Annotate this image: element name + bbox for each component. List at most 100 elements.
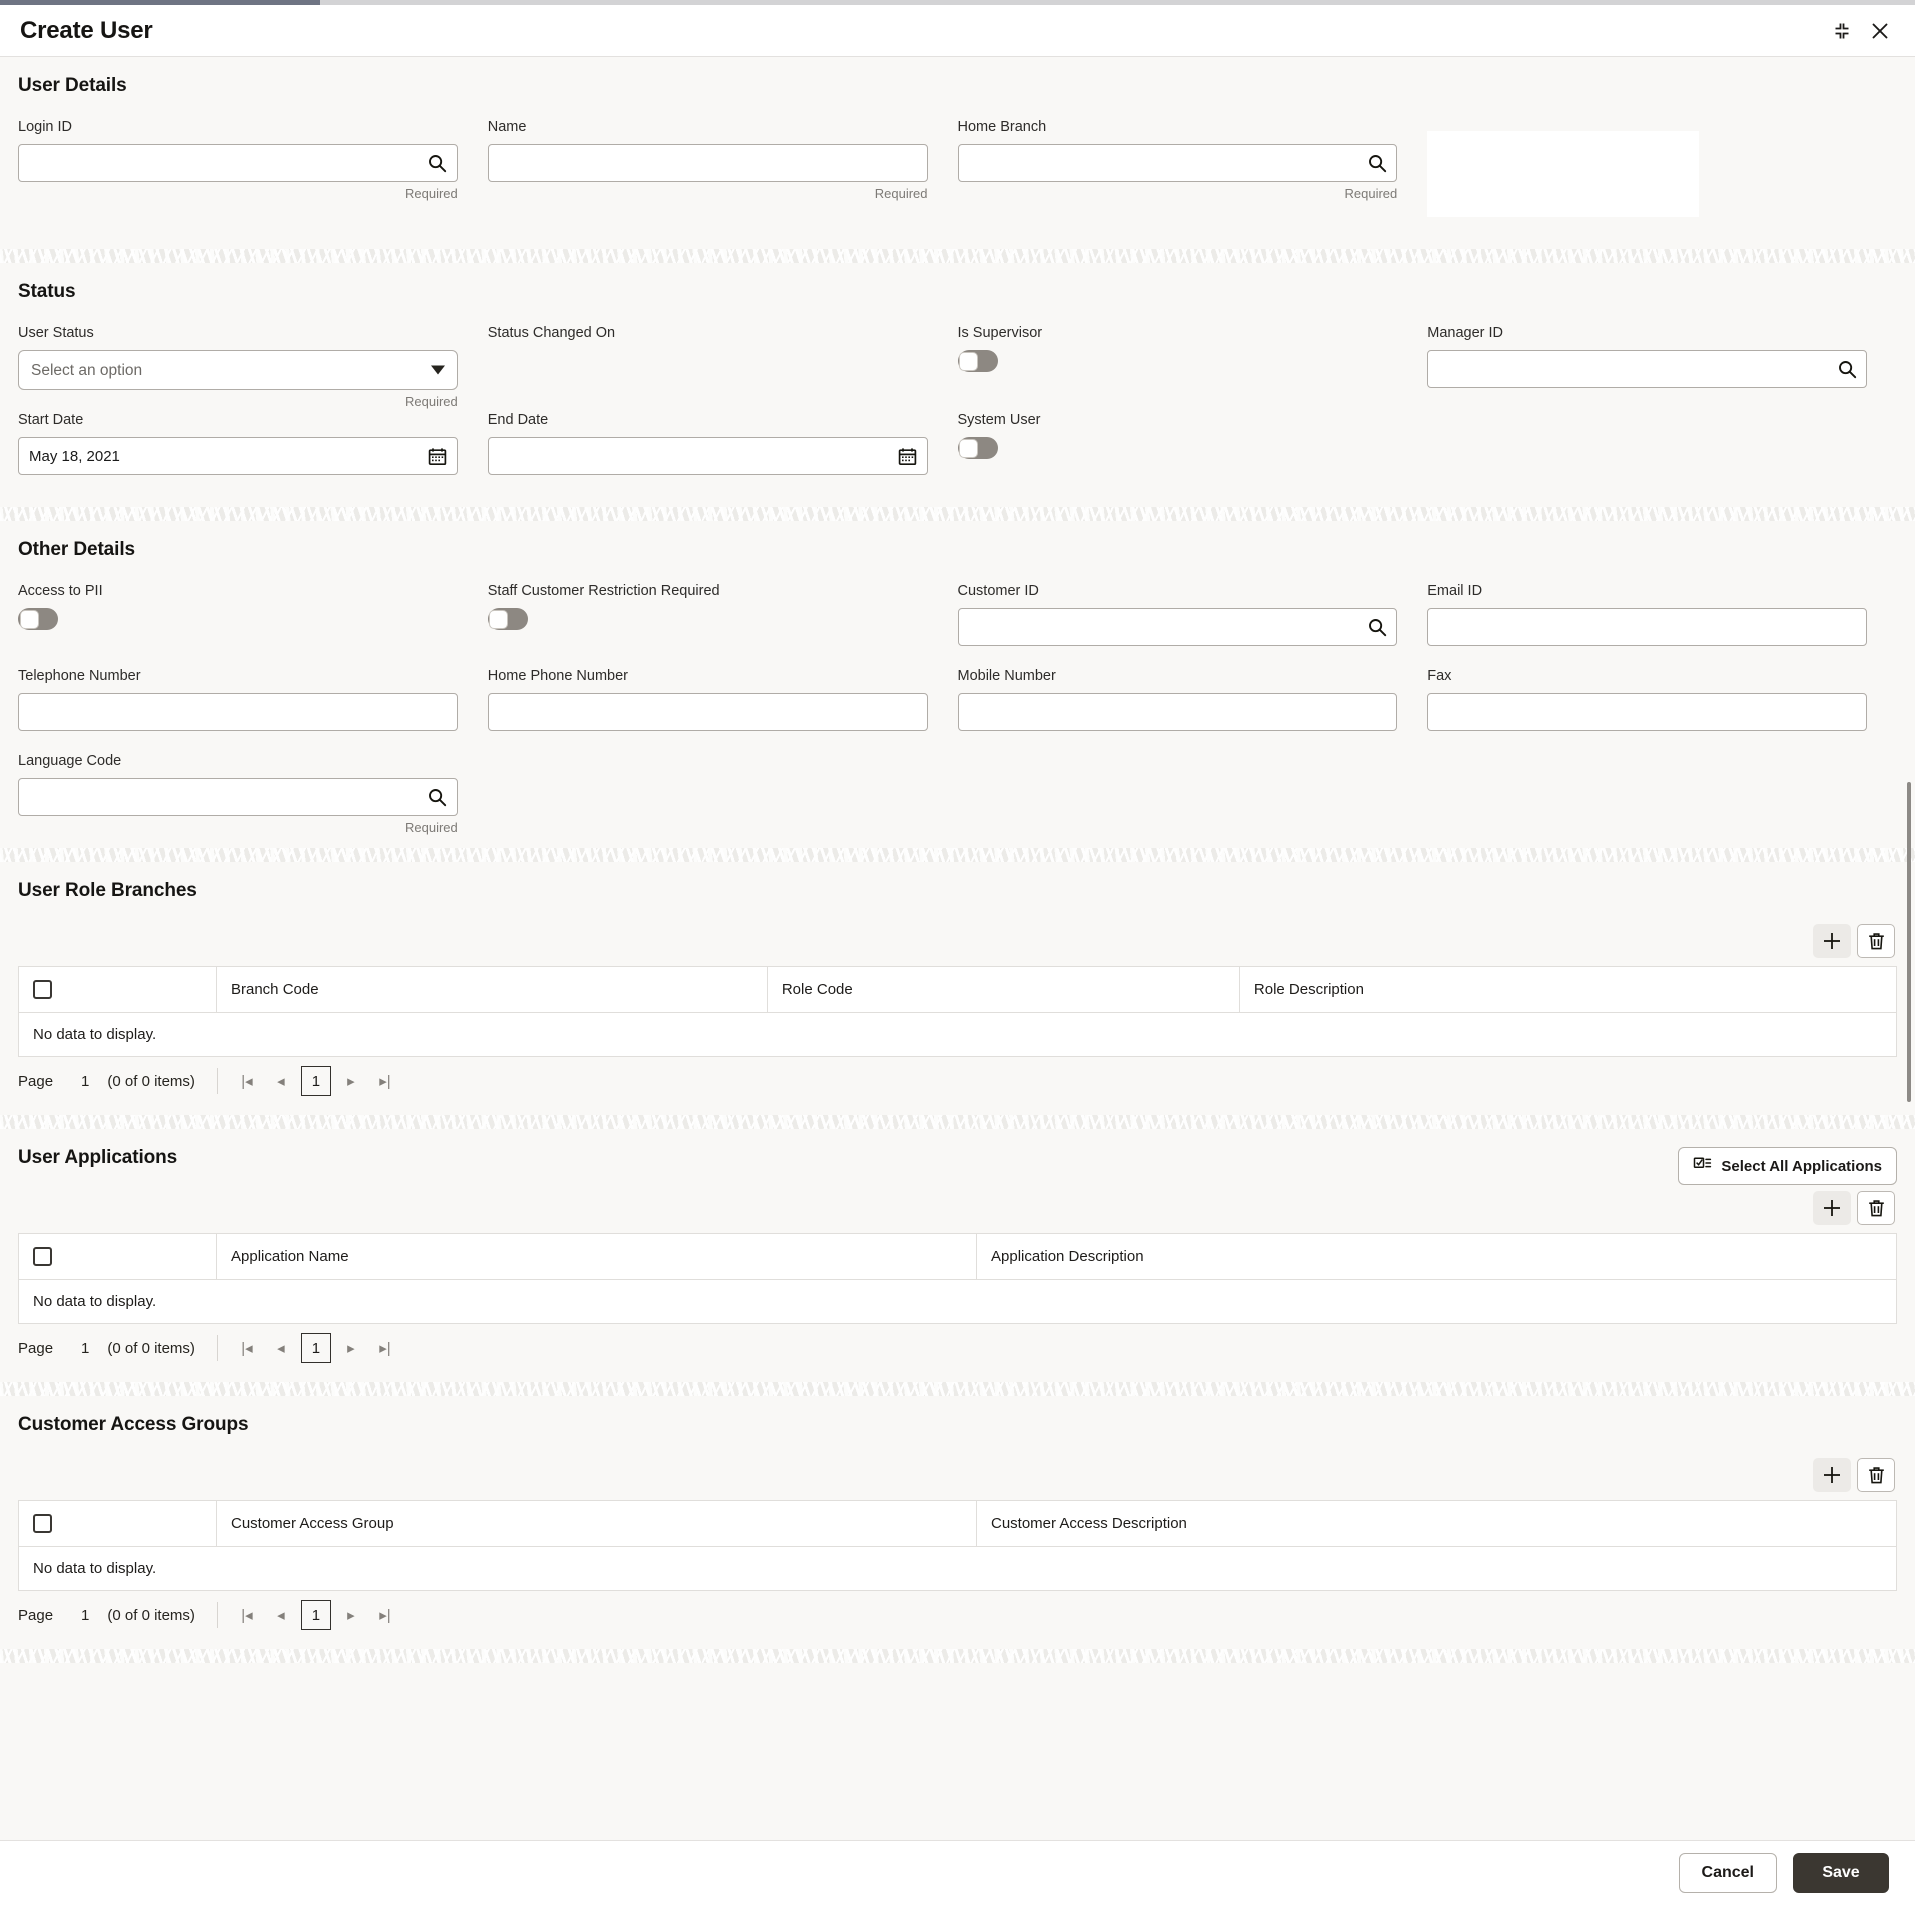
user-applications-toolbar (18, 1191, 1897, 1225)
search-icon[interactable] (427, 786, 449, 808)
pager-separator (216, 1602, 218, 1628)
plus-icon[interactable] (1813, 1458, 1851, 1492)
first-page-icon[interactable]: |◂ (230, 1066, 264, 1096)
section-title-user-details: User Details (18, 75, 127, 96)
prev-page-icon[interactable]: ◂ (264, 1066, 298, 1096)
mobile-number-label: Mobile Number (957, 668, 1056, 684)
prev-page-icon[interactable]: ◂ (264, 1600, 298, 1630)
last-page-icon[interactable]: ▸| (368, 1600, 402, 1630)
form-scroll-area[interactable]: User Details Login ID Required Name Requ… (0, 57, 1915, 1840)
access-to-pii-toggle[interactable] (18, 608, 58, 630)
plus-icon[interactable] (1813, 1191, 1851, 1225)
column-header-role-code[interactable]: Role Code (766, 966, 1240, 1013)
select-all-checkbox[interactable] (33, 980, 52, 999)
empty-message: No data to display. (18, 1012, 1897, 1057)
fax-input[interactable] (1427, 693, 1867, 731)
window-titlebar: Create User (0, 5, 1915, 57)
user-details-grid: Login ID Required Name Required Home Bra… (18, 119, 1897, 239)
last-page-icon[interactable]: ▸| (368, 1333, 402, 1363)
column-header-customer-access-group[interactable]: Customer Access Group (216, 1500, 977, 1547)
language-code-label: Language Code (18, 753, 122, 769)
select-all-header-cell (18, 966, 217, 1013)
email-id-input[interactable] (1427, 608, 1867, 646)
first-page-icon[interactable]: |◂ (230, 1600, 264, 1630)
section-status: Status User Status Select an option Requ… (0, 263, 1915, 507)
telephone-number-input-wrap (18, 693, 458, 731)
search-icon[interactable] (1366, 616, 1388, 638)
email-id-input-wrap (1427, 608, 1867, 646)
mobile-number-input-wrap (957, 693, 1398, 731)
column-header-application-name[interactable]: Application Name (216, 1233, 977, 1280)
field-fax: Fax (1427, 668, 1897, 731)
section-divider (0, 249, 1915, 263)
language-code-input[interactable] (18, 778, 458, 816)
end-date-input-wrap (487, 437, 928, 475)
field-login-id: Login ID Required (18, 119, 488, 217)
trash-icon[interactable] (1857, 1191, 1895, 1225)
user-status-select[interactable]: Select an option (18, 350, 458, 390)
user-applications-pagination: Page 1 (0 of 0 items) |◂ ◂ 1 ▸ ▸| (18, 1324, 1897, 1372)
pager-label: Page (18, 1606, 54, 1624)
cancel-button[interactable]: Cancel (1678, 1853, 1777, 1893)
scrollbar-thumb[interactable] (1907, 782, 1911, 1102)
next-page-icon[interactable]: ▸ (334, 1600, 368, 1630)
login-id-label: Login ID (18, 119, 73, 135)
trash-icon[interactable] (1857, 1458, 1895, 1492)
next-page-icon[interactable]: ▸ (334, 1333, 368, 1363)
home-branch-input[interactable] (957, 144, 1398, 182)
collapse-icon[interactable] (1823, 12, 1861, 50)
search-icon[interactable] (427, 152, 449, 174)
save-button[interactable]: Save (1793, 1853, 1889, 1893)
table-header-row: Branch Code Role Code Role Description (18, 966, 1898, 1013)
section-divider (0, 1649, 1915, 1663)
search-icon[interactable] (1836, 358, 1858, 380)
end-date-input[interactable] (487, 437, 928, 475)
customer-id-input[interactable] (957, 608, 1398, 646)
select-all-applications-button[interactable]: Select All Applications (1678, 1147, 1897, 1185)
section-title-status: Status (18, 281, 76, 302)
start-date-input[interactable] (18, 437, 458, 475)
manager-id-input[interactable] (1427, 350, 1867, 388)
next-page-icon[interactable]: ▸ (334, 1066, 368, 1096)
toggle-knob (19, 609, 39, 629)
calendar-icon[interactable] (427, 445, 449, 467)
mobile-number-input[interactable] (957, 693, 1398, 731)
field-is-supervisor: Is Supervisor (957, 325, 1428, 390)
pager-current-page[interactable]: 1 (300, 1600, 331, 1630)
language-code-input-wrap (18, 778, 458, 816)
column-header-branch-code[interactable]: Branch Code (216, 966, 768, 1013)
login-id-input[interactable] (18, 144, 458, 182)
field-start-date: Start Date (18, 412, 488, 475)
system-user-toggle[interactable] (957, 437, 998, 459)
vertical-scrollbar[interactable] (1905, 57, 1913, 1840)
prev-page-icon[interactable]: ◂ (264, 1333, 298, 1363)
home-phone-number-input[interactable] (487, 693, 928, 731)
column-header-application-description[interactable]: Application Description (976, 1233, 1897, 1280)
first-page-icon[interactable]: |◂ (230, 1333, 264, 1363)
user-status-helper: Required (404, 394, 458, 409)
calendar-icon[interactable] (897, 445, 919, 467)
trash-icon[interactable] (1857, 924, 1895, 958)
name-input[interactable] (487, 144, 928, 182)
close-icon[interactable] (1861, 12, 1899, 50)
last-page-icon[interactable]: ▸| (368, 1066, 402, 1096)
column-header-customer-access-description[interactable]: Customer Access Description (976, 1500, 1897, 1547)
select-all-checkbox[interactable] (33, 1247, 52, 1266)
is-supervisor-toggle[interactable] (957, 350, 998, 372)
field-name: Name Required (487, 119, 958, 217)
pager-current-page[interactable]: 1 (300, 1333, 331, 1363)
section-title-user-applications: User Applications (18, 1147, 178, 1168)
plus-icon[interactable] (1813, 924, 1851, 958)
other-details-grid: Access to PII Staff Customer Restriction… (18, 583, 1897, 838)
pager-current-page[interactable]: 1 (300, 1066, 331, 1096)
user-photo-placeholder[interactable] (1427, 131, 1700, 217)
customer-id-label: Customer ID (957, 583, 1039, 599)
telephone-number-input[interactable] (18, 693, 458, 731)
search-icon[interactable] (1366, 152, 1388, 174)
column-header-role-description[interactable]: Role Description (1238, 966, 1898, 1013)
staff-customer-restriction-toggle[interactable] (487, 608, 528, 630)
select-all-checkbox[interactable] (33, 1514, 52, 1533)
dialog-footer: Cancel Save (0, 1840, 1915, 1905)
manager-id-label: Manager ID (1427, 325, 1504, 341)
field-user-photo (1427, 119, 1897, 217)
